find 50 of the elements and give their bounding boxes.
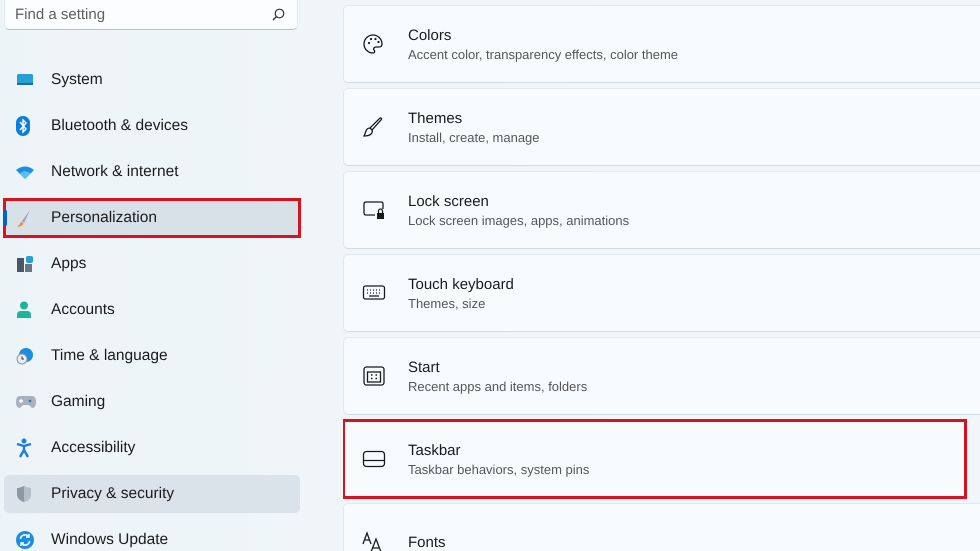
card-description: Taskbar behaviors, system pins: [408, 462, 590, 476]
nav-item[interactable]: Apps: [4, 245, 300, 283]
nav-item[interactable]: Windows Update: [4, 521, 300, 551]
card-title: Touch keyboard: [408, 276, 514, 292]
accessibility-icon: [16, 438, 32, 458]
settings-card[interactable]: Lock screen Lock screen images, apps, animations: [343, 171, 980, 249]
card-title: Themes: [408, 110, 464, 126]
nav-item[interactable]: Accounts: [4, 291, 300, 329]
card-title: Fonts: [408, 534, 446, 550]
nav-item[interactable]: Bluetooth & devices: [4, 107, 300, 145]
apps-icon: [16, 255, 34, 273]
palette-icon: [362, 33, 384, 55]
card-description: Accent color, transparency effects, color theme: [408, 46, 678, 62]
search-field[interactable]: Find a setting: [4, 0, 298, 30]
nav-item[interactable]: Time & language: [4, 337, 300, 375]
wifi-icon: [16, 166, 34, 178]
card-title: Taskbar: [408, 442, 462, 458]
card-description: Install, create, manage: [408, 130, 540, 144]
person-icon: [16, 301, 32, 319]
brush-icon: [16, 209, 32, 227]
card-description: Themes, size: [408, 296, 486, 310]
keyboard-icon: [362, 284, 386, 302]
nav-item[interactable]: Network & internet: [4, 153, 300, 191]
brush-icon: [362, 116, 384, 138]
card-title: Colors: [408, 26, 452, 44]
taskbar-icon: [362, 450, 386, 468]
nav-item[interactable]: Gaming: [4, 383, 300, 421]
shield-icon: [16, 485, 32, 503]
card-description: Recent apps and items, folders: [408, 378, 588, 394]
card-description: Lock screen images, apps, animations: [408, 212, 630, 228]
sync-icon: [16, 531, 34, 549]
nav-item[interactable]: System: [4, 61, 300, 99]
settings-card[interactable]: Fonts: [343, 503, 980, 551]
bluetooth-icon: [16, 116, 30, 136]
nav-item[interactable]: Personalization: [4, 199, 300, 237]
nav-item[interactable]: Privacy & security: [4, 475, 300, 513]
search-icon: [272, 8, 285, 21]
settings-card[interactable]: Colors Accent color, transparency effects, color theme: [343, 5, 980, 83]
lock-screen-icon: [362, 199, 386, 221]
monitor-icon: [16, 73, 34, 87]
nav-item[interactable]: Accessibility: [4, 429, 300, 467]
settings-card[interactable]: Taskbar Taskbar behaviors, system pins: [343, 420, 966, 498]
settings-card[interactable]: Touch keyboard Themes, size: [343, 254, 980, 332]
globe-clock-icon: [16, 347, 34, 365]
card-title: Lock screen: [408, 192, 490, 210]
gamepad-icon: [16, 395, 36, 409]
start-menu-icon: [362, 365, 386, 387]
settings-card[interactable]: Themes Install, create, manage: [343, 88, 980, 166]
settings-card[interactable]: Start Recent apps and items, folders: [343, 337, 980, 415]
card-title: Start: [408, 358, 441, 376]
